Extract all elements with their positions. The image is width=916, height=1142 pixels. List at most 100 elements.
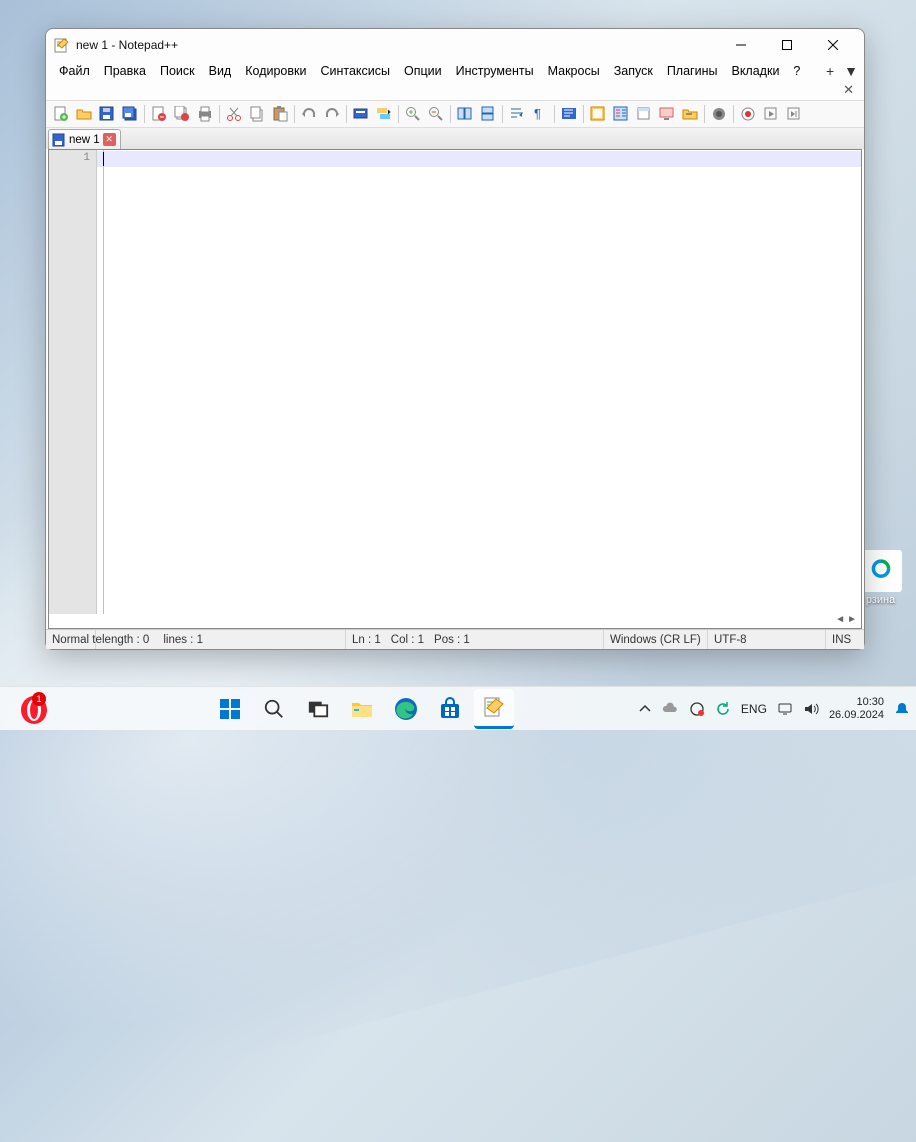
close-file-icon[interactable] xyxy=(148,103,170,125)
wrap-icon[interactable] xyxy=(506,103,528,125)
status-eol[interactable]: Windows (CR LF) xyxy=(604,630,708,649)
status-length: length : 0 xyxy=(102,634,149,646)
menu-run[interactable]: Запуск xyxy=(607,62,660,80)
status-encoding[interactable]: UTF-8 xyxy=(708,630,826,649)
find-icon[interactable] xyxy=(350,103,372,125)
maximize-button[interactable] xyxy=(764,30,810,60)
copy-icon[interactable] xyxy=(246,103,268,125)
indent-guide-icon[interactable] xyxy=(558,103,580,125)
menu-encoding[interactable]: Кодировки xyxy=(238,62,313,80)
menu-edit[interactable]: Правка xyxy=(97,62,153,80)
window-title: new 1 - Notepad++ xyxy=(76,38,718,52)
tray-security-icon[interactable] xyxy=(689,701,705,717)
edge-button[interactable] xyxy=(386,689,426,729)
opera-taskbar-icon[interactable]: 1 xyxy=(18,694,50,726)
status-pos: Pos : 1 xyxy=(434,634,470,646)
replace-icon[interactable] xyxy=(373,103,395,125)
recycle-bin-icon xyxy=(860,550,902,592)
tabbar: new 1 ✕ xyxy=(46,128,864,149)
menu-search[interactable]: Поиск xyxy=(153,62,202,80)
task-view-button[interactable] xyxy=(298,689,338,729)
status-doc-type: Normal te xyxy=(46,630,96,649)
menu-plugins[interactable]: Плагины xyxy=(660,62,725,80)
status-col: Col : 1 xyxy=(391,634,424,646)
menu-help[interactable]: ? xyxy=(786,62,807,80)
tray-chevron-up-icon[interactable] xyxy=(639,703,651,715)
func-list-icon[interactable] xyxy=(610,103,632,125)
file-explorer-button[interactable] xyxy=(342,689,382,729)
editor-container: 1 ◄ ► xyxy=(48,149,862,629)
status-ln: Ln : 1 xyxy=(352,634,381,646)
tab-new-1[interactable]: new 1 ✕ xyxy=(48,129,121,149)
menu-tools[interactable]: Инструменты xyxy=(449,62,541,80)
menu-overflow-button[interactable]: ▼ xyxy=(844,63,858,79)
zoom-in-icon[interactable] xyxy=(402,103,424,125)
close-button[interactable] xyxy=(810,30,856,60)
tray-onedrive-icon[interactable] xyxy=(661,700,679,718)
zoom-out-icon[interactable] xyxy=(425,103,447,125)
new-file-icon[interactable] xyxy=(50,103,72,125)
start-button[interactable] xyxy=(210,689,250,729)
menubar: Файл Правка Поиск Вид Кодировки Синтакси… xyxy=(46,60,864,82)
taskbar: 1 ENG 10:30 26.0 xyxy=(0,686,916,730)
save-all-icon[interactable] xyxy=(119,103,141,125)
secondary-close-icon[interactable]: ✕ xyxy=(843,82,854,100)
playback-icon[interactable] xyxy=(783,103,805,125)
record-macro-icon[interactable] xyxy=(708,103,730,125)
play-macro-icon[interactable] xyxy=(760,103,782,125)
tray-clock[interactable]: 10:30 26.09.2024 xyxy=(829,696,884,722)
stop-macro-icon[interactable] xyxy=(737,103,759,125)
menu-settings[interactable]: Опции xyxy=(397,62,449,80)
tray-refresh-icon[interactable] xyxy=(715,701,731,717)
close-all-icon[interactable] xyxy=(171,103,193,125)
opera-badge: 1 xyxy=(32,692,46,706)
tray-date: 26.09.2024 xyxy=(829,709,884,722)
redo-icon[interactable] xyxy=(321,103,343,125)
tab-close-button[interactable]: ✕ xyxy=(103,133,116,146)
scroll-left-icon[interactable]: ◄ xyxy=(835,614,845,628)
search-button[interactable] xyxy=(254,689,294,729)
tray-time: 10:30 xyxy=(829,696,884,709)
line-number: 1 xyxy=(83,152,90,164)
notepad-plus-plus-taskbar-button[interactable] xyxy=(474,689,514,729)
doc-map-icon[interactable] xyxy=(587,103,609,125)
open-file-icon[interactable] xyxy=(73,103,95,125)
menu-plus-button[interactable]: + xyxy=(826,63,834,79)
cut-icon[interactable] xyxy=(223,103,245,125)
line-number-gutter: 1 xyxy=(49,150,97,614)
status-insert-mode[interactable]: INS xyxy=(826,630,864,649)
doc-switch-icon[interactable] xyxy=(679,103,701,125)
sync-v-icon[interactable] xyxy=(454,103,476,125)
tray-language[interactable]: ENG xyxy=(741,702,767,716)
menu-window[interactable]: Вкладки xyxy=(724,62,786,80)
scroll-right-icon[interactable]: ► xyxy=(847,614,857,628)
undo-icon[interactable] xyxy=(298,103,320,125)
tray-volume-icon[interactable] xyxy=(803,701,819,717)
print-icon[interactable] xyxy=(194,103,216,125)
ms-store-button[interactable] xyxy=(430,689,470,729)
svg-text:¶: ¶ xyxy=(534,106,541,121)
folder-icon[interactable] xyxy=(633,103,655,125)
sync-h-icon[interactable] xyxy=(477,103,499,125)
minimize-button[interactable] xyxy=(718,30,764,60)
tab-label: new 1 xyxy=(69,134,100,146)
tray-network-icon[interactable] xyxy=(777,701,793,717)
recycle-bin-label: рзина xyxy=(866,594,895,606)
menu-view[interactable]: Вид xyxy=(202,62,239,80)
toolbar: ¶ xyxy=(46,100,864,128)
menu-macro[interactable]: Макросы xyxy=(541,62,607,80)
notepad-plus-plus-window: new 1 - Notepad++ Файл Правка Поиск Вид … xyxy=(45,28,865,650)
statusbar: Normal te length : 0 lines : 1 Ln : 1 Co… xyxy=(46,629,864,649)
editor-area[interactable]: 1 xyxy=(49,150,861,614)
menu-file[interactable]: Файл xyxy=(52,62,97,80)
monitor-icon[interactable] xyxy=(656,103,678,125)
titlebar[interactable]: new 1 - Notepad++ xyxy=(46,29,864,60)
text-cursor xyxy=(103,152,104,166)
app-icon xyxy=(54,37,70,53)
text-input-area[interactable] xyxy=(97,150,861,614)
paste-icon[interactable] xyxy=(269,103,291,125)
tray-notifications-icon[interactable] xyxy=(894,701,910,717)
save-icon[interactable] xyxy=(96,103,118,125)
whitespace-icon[interactable]: ¶ xyxy=(529,103,551,125)
menu-language[interactable]: Синтаксисы xyxy=(313,62,397,80)
